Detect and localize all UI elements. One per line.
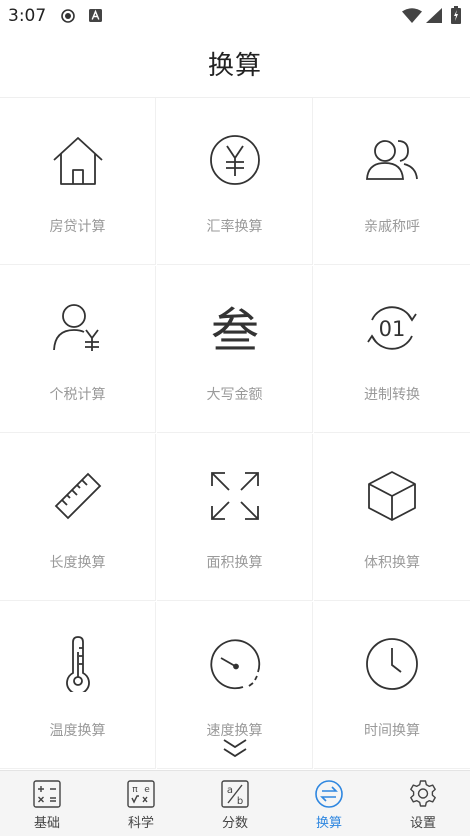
binary-cycle-icon: 01	[367, 306, 417, 350]
signal-icon	[426, 8, 442, 23]
tool-base-conversion[interactable]: 01 进制转换	[314, 266, 470, 433]
scientific-calculator-icon: π e	[127, 780, 155, 808]
nav-label: 分数	[221, 816, 248, 831]
tool-exchange-rate[interactable]: 汇率换算	[157, 98, 313, 265]
nav-tab-convert[interactable]: 换算	[282, 771, 376, 836]
tool-label: 汇率换算	[206, 219, 263, 235]
tool-area[interactable]: 面积换算	[157, 434, 313, 601]
cube-icon	[368, 471, 416, 521]
converter-grid: 房贷计算 汇率换算 亲戚称呼 个税计算 叁 大写金额 01 进制转换 长度换算 …	[0, 98, 470, 770]
people-icon	[366, 140, 418, 180]
status-bar: 3:07	[0, 0, 470, 32]
clock-icon	[366, 638, 418, 690]
tool-label: 时间换算	[364, 723, 420, 739]
wifi-icon	[402, 8, 422, 23]
battery-icon	[451, 6, 461, 24]
tool-label: 进制转换	[364, 387, 420, 403]
nav-tab-settings[interactable]: 设置	[376, 771, 470, 836]
ruler-icon	[54, 472, 101, 520]
tool-label: 亲戚称呼	[364, 219, 420, 235]
notification-a-icon	[89, 9, 102, 22]
expand-arrows-icon	[210, 472, 259, 520]
tool-temperature[interactable]: 温度换算	[0, 602, 156, 769]
nav-label: 换算	[315, 816, 342, 831]
tool-label: 体积换算	[364, 555, 420, 571]
svg-text:a: a	[227, 785, 233, 796]
convert-icon	[315, 780, 343, 808]
tool-income-tax[interactable]: 个税计算	[0, 266, 156, 433]
settings-gear-icon	[410, 780, 436, 807]
record-icon	[61, 9, 75, 23]
tool-time[interactable]: 时间换算	[314, 602, 470, 769]
binary-glyph: 01	[379, 317, 406, 341]
svg-text:π: π	[132, 785, 138, 795]
tool-mortgage[interactable]: 房贷计算	[0, 98, 156, 265]
thermometer-icon	[65, 636, 90, 692]
page-title: 换算	[207, 51, 262, 81]
tool-label: 大写金额	[206, 387, 263, 403]
tool-label: 面积换算	[206, 555, 263, 571]
person-yuan-icon	[52, 304, 99, 351]
tool-label: 温度换算	[49, 723, 106, 739]
svg-text:b: b	[237, 796, 243, 807]
tool-label: 个税计算	[49, 387, 106, 403]
nav-tab-fraction[interactable]: a b 分数	[188, 771, 282, 836]
chinese-numeral-icon: 叁	[210, 303, 258, 356]
house-icon	[52, 137, 103, 185]
basic-calculator-icon	[33, 780, 61, 808]
expand-chevron-icon[interactable]	[222, 738, 248, 760]
numeral-glyph: 叁	[210, 303, 258, 356]
bottom-nav: 基础 π e 科学 a b 分数 换算 设置	[0, 770, 470, 836]
title-bar: 换算	[0, 32, 470, 98]
speedometer-icon	[209, 639, 260, 690]
tool-label: 房贷计算	[49, 219, 106, 235]
nav-tab-basic[interactable]: 基础	[0, 771, 94, 836]
yuan-coin-icon	[209, 135, 260, 185]
tool-length[interactable]: 长度换算	[0, 434, 156, 601]
nav-tab-science[interactable]: π e 科学	[94, 771, 188, 836]
tool-capital-amount[interactable]: 叁 大写金额	[157, 266, 313, 433]
fraction-icon: a b	[221, 780, 249, 808]
tool-label: 长度换算	[49, 555, 106, 571]
status-time: 3:07	[8, 6, 47, 26]
tool-volume[interactable]: 体积换算	[314, 434, 470, 601]
nav-label: 基础	[33, 816, 60, 831]
svg-text:e: e	[144, 785, 150, 795]
tool-kinship[interactable]: 亲戚称呼	[314, 98, 470, 265]
nav-label: 科学	[127, 816, 154, 831]
nav-label: 设置	[409, 816, 436, 831]
tool-label: 速度换算	[206, 723, 263, 739]
